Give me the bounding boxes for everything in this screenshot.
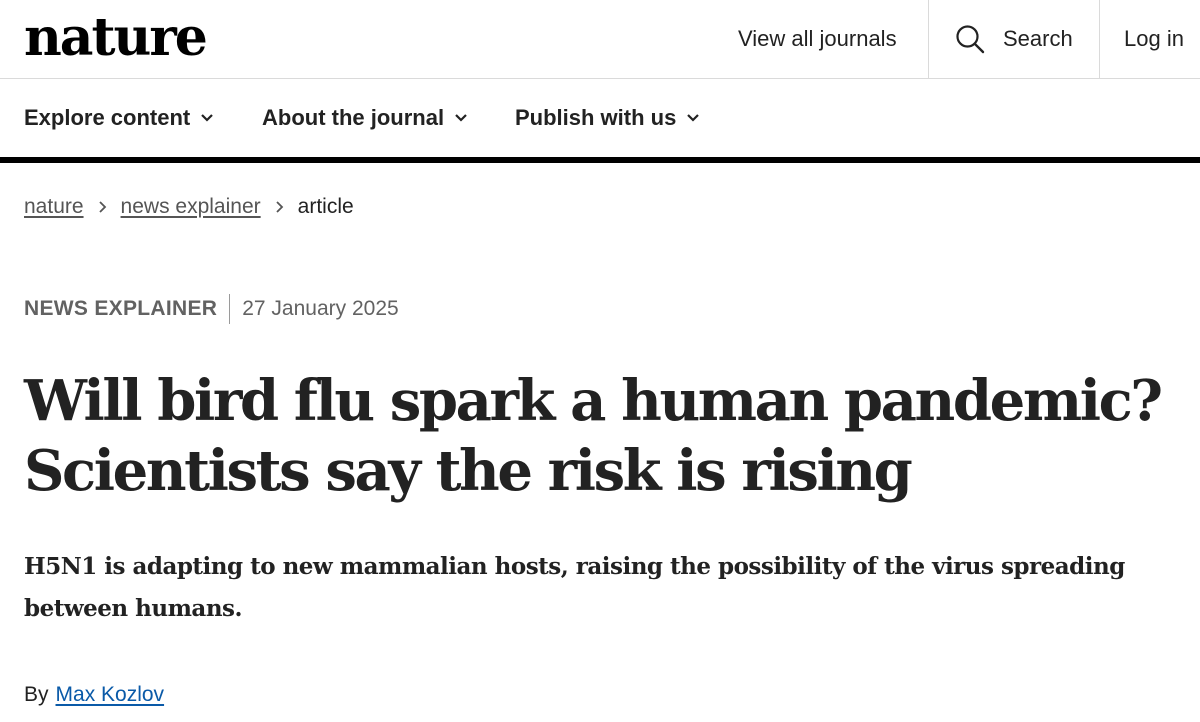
byline-prefix: By [24,683,49,706]
chevron-down-icon [455,114,467,122]
breadcrumb: nature news explainer article [24,192,354,222]
breadcrumb-link-nature[interactable]: nature [24,195,84,219]
breadcrumb-link-news-explainer[interactable]: news explainer [121,195,261,219]
search-icon [956,25,985,54]
article-date: 27 January 2025 [242,297,399,320]
nav-publish-with-us[interactable]: Publish with us [515,79,700,157]
nav-explore-content[interactable]: Explore content [24,79,214,157]
chevron-down-icon [687,114,700,122]
meta-divider [229,294,231,324]
search-button[interactable]: Search [928,0,1099,78]
nav-item-label: Publish with us [515,105,677,130]
nav-item-label: About the journal [262,105,445,130]
author-link[interactable]: Max Kozlov [56,683,165,707]
chevron-down-icon [201,114,214,122]
nav-item-label: Explore content [24,105,191,130]
article-title: Will bird flu spark a human pandemic? Sc… [24,368,1163,504]
chevron-right-icon [98,200,107,214]
header-divider [0,157,1200,163]
login-label: Log in [1124,26,1184,51]
main-nav: Explore content About the journal Publis… [0,79,1200,157]
article-meta: NEWS EXPLAINER 27 January 2025 [24,293,399,325]
article-type-label: NEWS EXPLAINER [24,297,218,320]
breadcrumb-current: article [297,195,354,218]
login-button[interactable]: Log in [1099,0,1200,78]
nature-logo[interactable]: nature [24,6,208,70]
byline: By Max Kozlov [24,680,164,710]
view-all-journals-link[interactable]: View all journals [738,0,897,78]
nav-about-the-journal[interactable]: About the journal [262,79,468,157]
article-standfirst: H5N1 is adapting to new mammalian hosts,… [24,553,1125,622]
chevron-right-icon [275,200,284,214]
search-label: Search [1003,26,1073,51]
site-header: nature View all journals Search Log in [0,0,1200,79]
